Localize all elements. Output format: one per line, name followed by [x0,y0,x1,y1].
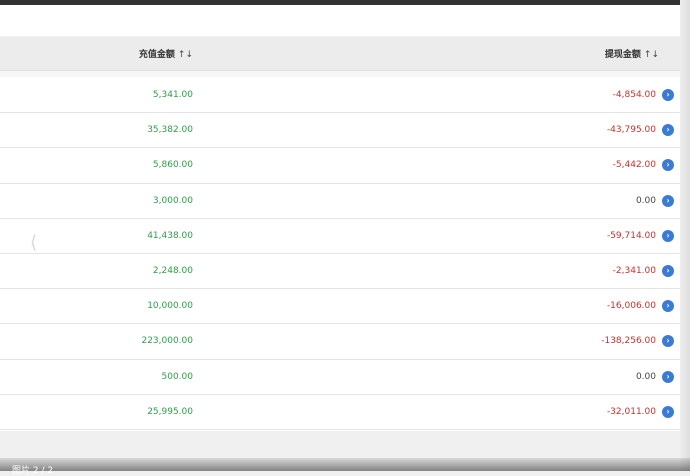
recharge-amount: 500.00 [161,371,194,382]
withdraw-amount: -16,006.00 [606,301,656,312]
withdraw-amount: -138,256.00 [601,336,656,347]
recharge-amount: 2,248.00 [152,266,193,277]
table-row[interactable]: 500.00 0.00 › [0,359,680,395]
recharge-amount: 35,382.00 [147,125,193,136]
recharge-amount: 25,995.00 [147,406,193,417]
table-row[interactable]: 2,248.00 -2,341.00 › [0,253,680,290]
withdraw-amount: -2,341.00 [612,266,656,277]
withdraw-column-header[interactable]: 提现金额 ↑↓ [605,47,659,60]
recharge-amount: 223,000.00 [141,336,193,347]
table-row[interactable]: 3,000.00 0.00 › [0,183,680,219]
table-row[interactable]: 10,000.00 -16,006.00 › [0,289,680,325]
withdraw-header-label: 提现金额 [604,50,641,60]
withdraw-amount: 0.00 [635,195,656,206]
table-body: 5,341.00 -4,854.00 › 35,382.00 -43,795.00 › 5,… [0,78,680,430]
table-row[interactable]: 25,995.00 -32,011.00 › [0,394,680,430]
recharge-amount: 5,341.00 [152,90,193,101]
top-panel [0,5,680,36]
recharge-amount: 3,000.00 [152,195,193,206]
withdraw-amount: -4,854.00 [612,90,656,101]
table-row[interactable]: 41,438.00 -59,714.00 › [0,218,680,254]
filter-row [0,71,680,77]
chevron-right-circle-icon[interactable]: › [662,335,674,348]
chevron-right-circle-icon[interactable]: › [662,265,674,278]
image-counter: 图片 2 / 2 [12,466,54,476]
chevron-right-circle-icon[interactable]: › [662,89,674,102]
table-row[interactable]: 5,860.00 -5,442.00 › [0,148,680,184]
chevron-right-circle-icon[interactable]: › [662,194,674,207]
chevron-right-circle-icon[interactable]: › [662,300,674,313]
image-viewer-footer [0,458,690,471]
recharge-amount: 41,438.00 [147,230,193,241]
withdraw-amount: 0.00 [635,371,656,382]
table-row[interactable]: 223,000.00 -138,256.00 › [0,324,680,360]
withdraw-amount: -5,442.00 [612,160,656,171]
chevron-right-circle-icon[interactable]: › [662,405,674,418]
sort-icon[interactable]: ↑↓ [644,50,659,60]
chevron-left-icon[interactable]: ⟨ [30,232,37,253]
chevron-right-circle-icon[interactable]: › [662,124,674,137]
recharge-amount: 10,000.00 [147,301,193,312]
chevron-right-circle-icon[interactable]: › [662,159,674,172]
withdraw-amount: -59,714.00 [606,230,656,241]
recharge-column-header[interactable]: 充值金额 ↑↓ [139,47,193,60]
table-row[interactable]: 35,382.00 -43,795.00 › [0,113,680,149]
sort-icon[interactable]: ↑↓ [178,50,193,60]
withdraw-amount: -32,011.00 [606,406,656,417]
chevron-right-circle-icon[interactable]: › [662,370,674,383]
transactions-table: 充值金额 ↑↓ 提现金额 ↑↓ 5,341.00 -4,854.00 › 35,382.0… [0,37,680,431]
chevron-right-circle-icon[interactable]: › [662,229,674,242]
table-header: 充值金额 ↑↓ 提现金额 ↑↓ [0,37,680,71]
withdraw-amount: -43,795.00 [606,125,656,136]
right-edge [680,0,690,471]
recharge-header-label: 充值金额 [138,50,175,60]
table-row[interactable]: 5,341.00 -4,854.00 › [0,78,680,114]
recharge-amount: 5,860.00 [152,160,193,171]
